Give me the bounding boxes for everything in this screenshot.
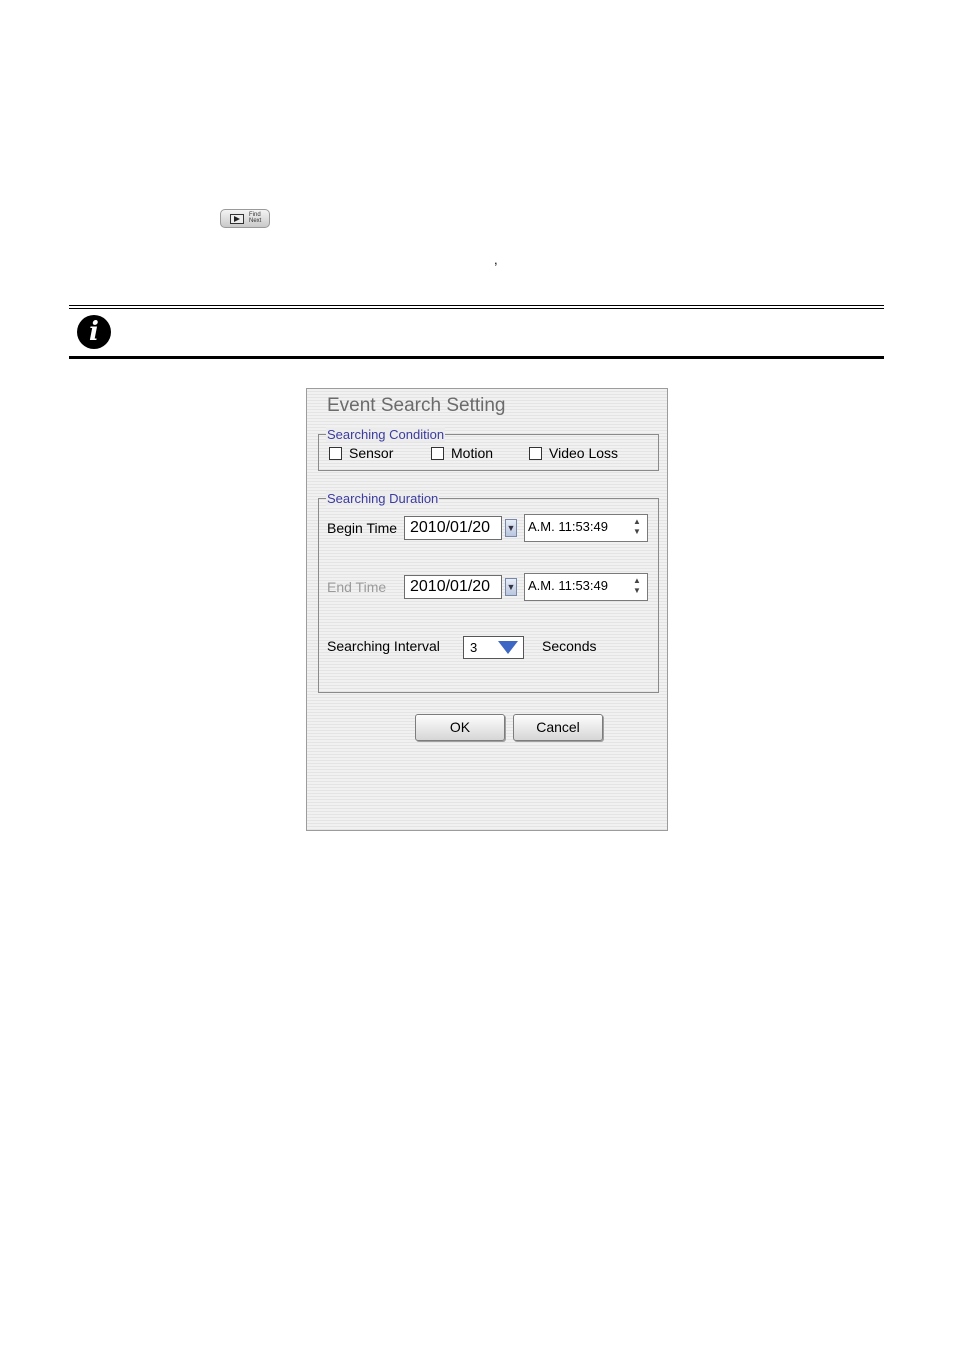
end-date-dropdown[interactable]: ▼ [505,578,517,596]
cancel-button[interactable]: Cancel [513,714,603,741]
begin-time-value: A.M. 11:53:49 [528,519,608,534]
info-icon: i [77,315,111,349]
seconds-label: Seconds [542,638,597,654]
begin-date-dropdown[interactable]: ▼ [505,519,517,537]
find-next-button-image: Find Next [220,209,270,228]
searching-interval-select[interactable]: 3 [463,636,524,659]
searching-interval-label: Searching Interval [327,638,440,654]
video-loss-checkbox[interactable] [529,447,542,460]
play-icon [230,214,244,224]
end-date-field[interactable]: 2010/01/20 [404,575,502,599]
note-rule-top [69,305,884,306]
dialog-title: Event Search Setting [327,395,506,416]
spin-arrows-icon[interactable]: ▲ ▼ [630,576,644,598]
stray-comma: , [494,252,498,267]
begin-date-field[interactable]: 2010/01/20 [404,516,502,540]
video-loss-label: Video Loss [549,445,619,461]
ok-button[interactable]: OK [415,714,505,741]
searching-condition-label: Searching Condition [326,427,446,442]
begin-time-label: Begin Time [327,520,398,536]
end-time-value: A.M. 11:53:49 [528,578,608,593]
motion-checkbox[interactable] [431,447,444,460]
begin-time-field[interactable]: A.M. 11:53:49 ▲ ▼ [524,514,648,542]
chevron-down-icon: ▼ [506,523,516,533]
event-search-setting-dialog: Event Search Setting Searching Condition… [306,388,668,831]
spin-arrows-icon[interactable]: ▲ ▼ [630,517,644,539]
end-time-label: End Time [327,579,387,595]
sensor-label: Sensor [349,445,394,461]
note-rule-top-inner [69,308,884,309]
sensor-checkbox[interactable] [329,447,342,460]
triangle-down-icon [498,641,518,654]
searching-interval-value: 3 [470,640,478,655]
motion-label: Motion [451,445,494,461]
note-rule-bottom [69,356,884,359]
chevron-down-icon: ▼ [506,582,516,592]
end-time-field[interactable]: A.M. 11:53:49 ▲ ▼ [524,573,648,601]
searching-duration-label: Searching Duration [326,491,440,506]
find-next-label: Find Next [249,212,262,224]
